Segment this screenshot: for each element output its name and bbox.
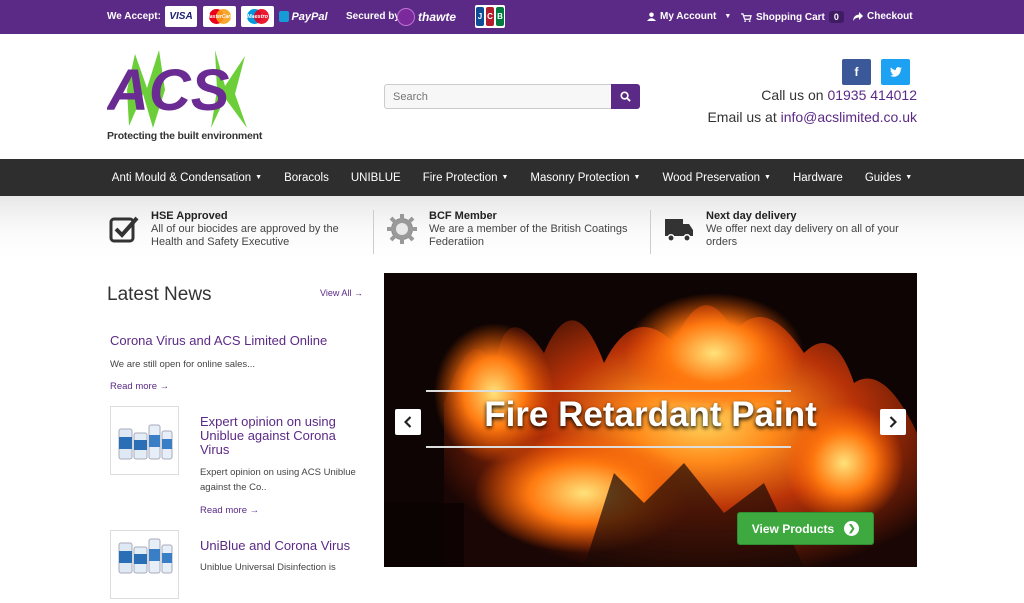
logo-tagline: Protecting the built environment (107, 130, 263, 142)
secured-by-label: Secured by: (346, 11, 404, 22)
latest-news-heading: Latest News (107, 284, 212, 305)
call-us-label: Call us on (761, 87, 824, 103)
news-thumbnail-2[interactable] (110, 406, 179, 475)
top-bar: We Accept: VISA MasterCard Maestro PayPa… (0, 0, 1024, 34)
arrow-right-icon: → (353, 288, 363, 298)
nav-uniblue[interactable]: UNIBLUE (340, 172, 412, 184)
facebook-icon: f (854, 65, 859, 79)
mastercard-logo: MasterCard (203, 6, 236, 27)
product-bottles-image (118, 538, 173, 574)
feature-title: BCF Member (429, 210, 497, 222)
news-thumbnail-3[interactable] (110, 530, 179, 599)
nav-hardware[interactable]: Hardware (782, 172, 854, 184)
arrow-right-icon: → (159, 381, 170, 392)
twitter-icon (889, 67, 902, 77)
news-excerpt-2: Expert opinion on using ACS Uniblue agai… (200, 467, 356, 493)
twitter-button[interactable] (881, 59, 910, 85)
paypal-logo: PayPal (279, 6, 328, 27)
my-account-link[interactable]: My Account ▼ (647, 11, 731, 22)
visa-logo: VISA (165, 6, 197, 27)
slide-headline: Fire Retardant Paint (484, 395, 817, 434)
we-accept-label: We Accept: (107, 11, 161, 22)
nav-masonry-protection[interactable]: Masonry Protection ▼ (519, 172, 651, 184)
phone-line: Call us on 01935 414012 (761, 87, 917, 103)
chevron-down-icon: ▼ (764, 173, 771, 181)
chevron-down-icon: ▼ (501, 173, 509, 181)
news-title-1[interactable]: Corona Virus and ACS Limited Online (110, 334, 327, 348)
feature-desc: We offer next day delivery on all of you… (706, 223, 899, 248)
feature-bcf: BCF Member We are a member of the Britis… (387, 210, 637, 252)
chevron-right-icon (889, 416, 897, 428)
checkbox-icon (109, 216, 139, 243)
chevron-left-icon (404, 416, 412, 428)
nav-anti-mould[interactable]: Anti Mould & Condensation ▼ (101, 172, 273, 184)
chevron-down-icon: ▼ (724, 13, 732, 20)
user-icon (647, 12, 656, 21)
jcb-logo: J C B (475, 5, 505, 28)
gear-icon (387, 214, 417, 244)
product-bottles-image (118, 424, 173, 460)
svg-text:ACS: ACS (107, 58, 230, 123)
phone-link[interactable]: 01935 414012 (827, 87, 917, 103)
news-excerpt-3: Uniblue Universal Disinfection is (200, 562, 336, 573)
cart-count-badge: 0 (828, 11, 844, 23)
chevron-down-icon: ▼ (633, 173, 641, 181)
facebook-button[interactable]: f (842, 59, 871, 85)
headline-rule-bottom (426, 446, 791, 448)
search-icon (620, 91, 631, 102)
read-more-link[interactable]: Read more → (110, 381, 169, 392)
logo-mark: ACS (105, 50, 247, 128)
feature-hse: HSE Approved All of our biocides are app… (109, 210, 359, 252)
acs-logo[interactable]: ACS Protecting the built environment (105, 50, 262, 150)
news-excerpt-1: We are still open for online sales... (110, 359, 256, 370)
divider (650, 210, 651, 254)
maestro-logo: Maestro (241, 6, 274, 27)
feature-desc: We are a member of the British Coatings … (429, 223, 628, 248)
feature-title: Next day delivery (706, 210, 797, 222)
view-products-button[interactable]: View Products ❯ (737, 512, 874, 545)
main-nav: Anti Mould & Condensation ▼ Boracols UNIB… (0, 159, 1024, 196)
nav-guides[interactable]: Guides ▼ (854, 172, 923, 184)
site-header: ACS Protecting the built environment f C… (0, 34, 1024, 159)
divider (373, 210, 374, 254)
circle-arrow-right-icon: ❯ (844, 521, 860, 536)
thawte-seal: thawte (397, 6, 469, 27)
read-more-link[interactable]: Read more → (200, 505, 259, 516)
checkout-link[interactable]: Checkout (853, 11, 913, 22)
nav-fire-protection[interactable]: Fire Protection ▼ (412, 172, 520, 184)
email-us-label: Email us at (707, 109, 777, 125)
shopping-cart-link[interactable]: Shopping Cart 0 (741, 11, 844, 23)
news-title-2[interactable]: Expert opinion on using Uniblue against … (200, 415, 350, 457)
email-line: Email us at info@acslimited.co.uk (707, 109, 917, 125)
arrow-right-icon: → (249, 505, 260, 516)
slider-next-button[interactable] (880, 409, 906, 435)
feature-title: HSE Approved (151, 210, 228, 222)
news-title-3[interactable]: UniBlue and Corona Virus (200, 539, 350, 553)
search-button[interactable] (611, 84, 640, 109)
nav-boracols[interactable]: Boracols (273, 172, 340, 184)
cart-icon (741, 12, 752, 22)
hero-slider[interactable]: Fire Retardant Paint View Products ❯ (384, 273, 917, 567)
view-all-link[interactable]: View All → (320, 288, 363, 298)
feature-delivery: Next day delivery We offer next day deli… (664, 210, 914, 252)
search-input[interactable] (384, 84, 612, 109)
chevron-down-icon: ▼ (905, 173, 913, 181)
features-strip: HSE Approved All of our biocides are app… (0, 196, 1024, 258)
headline-rule-top (426, 390, 791, 392)
feature-desc: All of our biocides are approved by the … (151, 223, 339, 248)
share-arrow-icon (853, 12, 863, 21)
email-link[interactable]: info@acslimited.co.uk (781, 109, 917, 125)
truck-icon (665, 219, 693, 242)
slider-prev-button[interactable] (395, 409, 421, 435)
chevron-down-icon: ▼ (255, 173, 263, 181)
nav-wood-preservation[interactable]: Wood Preservation ▼ (651, 172, 782, 184)
